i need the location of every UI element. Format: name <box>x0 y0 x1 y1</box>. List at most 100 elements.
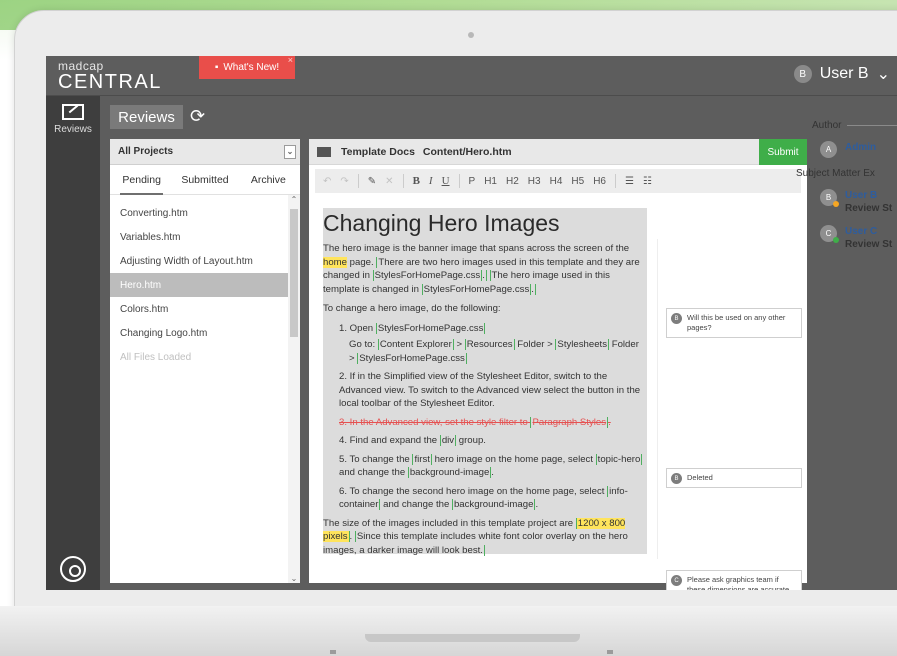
list-item: 5. To change the first hero image on the… <box>339 453 643 478</box>
scroll-thumb[interactable] <box>290 209 298 337</box>
file-tabs: Pending Submitted Archive <box>110 165 300 195</box>
tag-text: StylesForHomePage.css <box>375 322 486 334</box>
tag-text: background-image <box>407 467 492 478</box>
author-label: Author <box>812 120 842 131</box>
reviewer-row[interactable]: B User B Review St <box>820 189 897 215</box>
text-run: 4. Find and expand the <box>339 435 438 446</box>
text-run: 1. Open <box>339 322 374 334</box>
laptop-notch <box>365 634 580 642</box>
list-item-deleted: 3. In the Advanced view, set the style f… <box>339 416 611 428</box>
text-run: hero image on the home page, select <box>434 453 593 465</box>
user-name: User B <box>819 65 869 82</box>
rail-item-reviews[interactable]: Reviews <box>46 104 100 135</box>
logo: madcap CENTRAL <box>58 60 162 92</box>
list-item: 6. To change the second hero image on th… <box>339 485 628 510</box>
clear-icon[interactable]: ✕ <box>385 176 393 187</box>
doc-paragraph: The size of the images included in this … <box>323 517 628 556</box>
comment-card[interactable]: C Please ask graphics team if these dime… <box>666 570 802 590</box>
list-item[interactable]: Variables.htm <box>110 225 288 249</box>
italic-button[interactable]: I <box>429 175 433 187</box>
doc-paragraph: To change a hero image, do the following… <box>323 303 501 314</box>
reviewer-name: User B <box>845 190 878 201</box>
toolbar-divider <box>357 174 359 188</box>
whats-new-button[interactable]: ▪ What's New! × <box>199 56 295 79</box>
list-item[interactable]: Colors.htm <box>110 297 288 321</box>
h2-button[interactable]: H2 <box>506 176 519 187</box>
camera-dot <box>468 32 474 38</box>
rail-item-label: Reviews <box>54 124 92 135</box>
list-item: 4. Find and expand the div group. <box>339 434 647 448</box>
settings-wheel-icon[interactable] <box>60 556 86 582</box>
document-body[interactable]: Changing Hero Images The hero image is t… <box>323 208 647 556</box>
h3-button[interactable]: H3 <box>528 176 541 187</box>
document-title: Changing Hero Images <box>323 210 560 236</box>
list-item: 1. Open StylesForHomePage.css Go to: Con… <box>339 322 647 366</box>
author-heading: Author <box>812 120 897 131</box>
tag-text: StylesForHomePage.css <box>372 270 483 281</box>
text-run: Go to: <box>349 339 376 350</box>
numbered-list-icon[interactable]: ☰ <box>625 176 634 187</box>
chevron-down-icon: ⌄ <box>876 66 890 83</box>
gift-icon: ▪ <box>214 62 219 73</box>
sme-heading: Subject Matter Ex <box>796 168 897 179</box>
paragraph-button[interactable]: P <box>469 176 476 187</box>
laptop-foot <box>607 650 613 654</box>
h4-button[interactable]: H4 <box>550 176 563 187</box>
user-menu[interactable]: B User B ⌄ <box>793 64 890 84</box>
user-avatar: B <box>793 65 812 83</box>
project-name: Template Docs <box>341 145 415 158</box>
document-icon <box>317 146 331 157</box>
undo-icon[interactable]: ↶ <box>323 176 331 187</box>
text-run: 5. To change the <box>339 453 410 465</box>
tag-text: StylesForHomePage.css <box>357 352 467 364</box>
avatar-initial: C <box>825 229 832 238</box>
comment-text: Deleted <box>687 473 713 482</box>
bullet-list-icon[interactable]: ☷ <box>643 176 652 187</box>
list-item[interactable]: Converting.htm <box>110 201 288 225</box>
reviewer-name: User C <box>845 226 878 237</box>
file-list-scrollbar[interactable]: ⌃ ⌄ <box>288 195 300 583</box>
tag-text: Content Explorer <box>377 339 454 350</box>
list-item: 2. If in the Simplified view of the Styl… <box>339 371 641 409</box>
tab-pending[interactable]: Pending <box>110 165 173 195</box>
project-select[interactable]: All Projects ⌄ <box>110 139 300 165</box>
comment-card[interactable]: B Will this be used on any other pages? <box>666 308 802 338</box>
avatar-initial: A <box>825 145 832 154</box>
h6-button[interactable]: H6 <box>593 176 606 187</box>
text-run: 6. To change the second hero image on th… <box>339 485 605 497</box>
list-item[interactable]: Adjusting Width of Layout.htm <box>110 249 288 273</box>
divider <box>847 125 897 126</box>
redo-icon[interactable]: ↷ <box>340 176 348 187</box>
refresh-icon[interactable]: ⟳ <box>190 106 205 127</box>
left-rail: Reviews <box>46 96 100 590</box>
underline-button[interactable]: U <box>442 175 450 187</box>
tab-archive[interactable]: Archive <box>237 165 300 194</box>
submit-button[interactable]: Submit <box>759 139 807 165</box>
scroll-down-icon[interactable]: ⌄ <box>288 574 300 583</box>
review-side-panel: Author A Admin Subject Matter Ex B User … <box>796 120 897 590</box>
marketing-stage: madcap CENTRAL ▪ What's New! × B User B … <box>0 0 897 656</box>
list-item-selected[interactable]: Hero.htm <box>110 273 288 297</box>
author-name: Admin <box>845 142 877 153</box>
list-item[interactable]: Changing Logo.htm <box>110 321 288 345</box>
project-select-value: All Projects <box>118 146 174 157</box>
tag-text: Resources <box>464 339 515 350</box>
tab-submitted[interactable]: Submitted <box>173 165 236 194</box>
close-icon[interactable]: × <box>288 56 293 65</box>
reviewer-row[interactable]: C User C Review St <box>820 225 897 251</box>
author-row[interactable]: A Admin <box>820 141 897 158</box>
file-panel: All Projects ⌄ Pending Submitted Archive… <box>110 139 300 583</box>
highlighter-icon[interactable]: ✎ <box>368 176 376 187</box>
editor-header: Template Docs Content/Hero.htm <box>309 139 807 165</box>
laptop-foot <box>330 650 336 654</box>
h1-button[interactable]: H1 <box>484 176 497 187</box>
scroll-up-icon[interactable]: ⌃ <box>288 195 300 204</box>
tag-text: Stylesheets <box>555 339 610 350</box>
bold-button[interactable]: B <box>413 175 420 187</box>
comment-card[interactable]: B Deleted <box>666 468 802 488</box>
highlight-text: home <box>323 256 347 268</box>
h5-button[interactable]: H5 <box>571 176 584 187</box>
text-run: page. <box>349 256 374 268</box>
comment-text: Will this be used on any other pages? <box>687 313 786 332</box>
comment-text: Please ask graphics team if these dimens… <box>687 575 790 590</box>
